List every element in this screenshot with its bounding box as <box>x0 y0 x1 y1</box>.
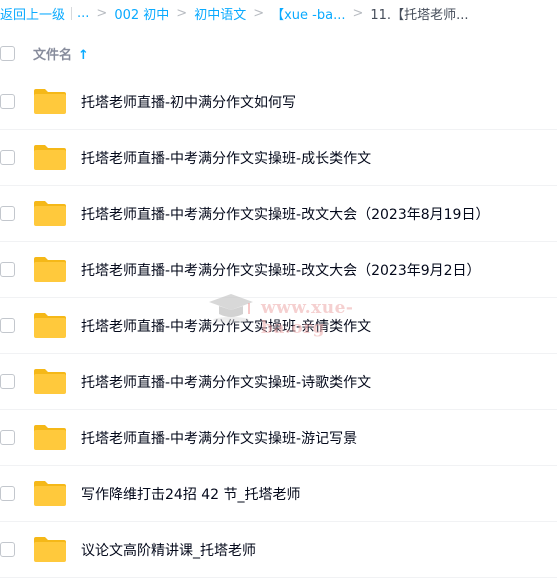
row-checkbox[interactable] <box>0 150 15 165</box>
folder-icon <box>33 256 67 283</box>
folder-icon <box>33 368 67 395</box>
folder-icon <box>33 88 67 115</box>
folder-icon <box>33 144 67 171</box>
breadcrumb-item-2[interactable]: 初中语文 <box>194 4 246 23</box>
file-row[interactable]: 议论文高阶精讲课_托塔老师 <box>0 522 557 578</box>
file-name[interactable]: 托塔老师直播-中考满分作文实操班-成长类作文 <box>81 148 371 168</box>
row-checkbox[interactable] <box>0 206 15 221</box>
file-row[interactable]: 托塔老师直播-中考满分作文实操班-成长类作文 <box>0 130 557 186</box>
file-name[interactable]: 托塔老师直播-初中满分作文如何写 <box>81 92 296 112</box>
back-link[interactable]: 返回上一级 <box>0 4 65 23</box>
breadcrumb-item-1[interactable]: 002 初中 <box>114 4 169 23</box>
file-name[interactable]: 托塔老师直播-中考满分作文实操班-改文大会（2023年9月2日） <box>81 260 481 280</box>
breadcrumb-ellipsis[interactable]: ... <box>77 6 89 21</box>
file-row[interactable]: 写作降维打击24招 42 节_托塔老师 <box>0 466 557 522</box>
file-name[interactable]: 写作降维打击24招 42 节_托塔老师 <box>81 484 301 504</box>
row-checkbox[interactable] <box>0 94 15 109</box>
row-checkbox[interactable] <box>0 374 15 389</box>
file-name[interactable]: 托塔老师直播-中考满分作文实操班-改文大会（2023年8月19日） <box>81 204 489 224</box>
breadcrumb: 返回上一级 ... > 002 初中 > 初中语文 > 【xue -ba... … <box>0 0 557 26</box>
file-name[interactable]: 托塔老师直播-中考满分作文实操班-游记写景 <box>81 428 357 448</box>
chevron-right-icon: > <box>253 5 265 21</box>
file-name[interactable]: 托塔老师直播-中考满分作文实操班-诗歌类作文 <box>81 372 371 392</box>
row-checkbox[interactable] <box>0 430 15 445</box>
file-row[interactable]: 托塔老师直播-中考满分作文实操班-诗歌类作文 <box>0 354 557 410</box>
file-row[interactable]: 托塔老师直播-初中满分作文如何写 <box>0 74 557 130</box>
list-header: 文件名 ↑ <box>0 36 557 70</box>
file-row[interactable]: 托塔老师直播-中考满分作文实操班-改文大会（2023年8月19日） <box>0 186 557 242</box>
folder-icon <box>33 200 67 227</box>
folder-icon <box>33 536 67 563</box>
select-all-checkbox[interactable] <box>0 46 15 61</box>
breadcrumb-divider <box>71 6 73 20</box>
folder-icon <box>33 480 67 507</box>
chevron-right-icon: > <box>176 5 188 21</box>
column-header-name[interactable]: 文件名 ↑ <box>33 44 89 63</box>
file-name[interactable]: 议论文高阶精讲课_托塔老师 <box>81 540 256 560</box>
file-row[interactable]: 托塔老师直播-中考满分作文实操班-亲情类作文 <box>0 298 557 354</box>
chevron-right-icon: > <box>352 5 364 21</box>
breadcrumb-current: 11.【托塔老师... <box>370 7 469 23</box>
file-list: 托塔老师直播-初中满分作文如何写 托塔老师直播-中考满分作文实操班-成长类作文 托塔… <box>0 74 557 578</box>
folder-icon <box>33 312 67 339</box>
row-checkbox[interactable] <box>0 318 15 333</box>
file-row[interactable]: 托塔老师直播-中考满分作文实操班-改文大会（2023年9月2日） <box>0 242 557 298</box>
arrow-up-icon[interactable]: ↑ <box>78 48 89 63</box>
folder-icon <box>33 424 67 451</box>
row-checkbox[interactable] <box>0 262 15 277</box>
chevron-right-icon: > <box>96 5 108 21</box>
file-name[interactable]: 托塔老师直播-中考满分作文实操班-亲情类作文 <box>81 316 371 336</box>
column-header-label: 文件名 <box>33 48 73 63</box>
row-checkbox[interactable] <box>0 542 15 557</box>
file-row[interactable]: 托塔老师直播-中考满分作文实操班-游记写景 <box>0 410 557 466</box>
row-checkbox[interactable] <box>0 486 15 501</box>
breadcrumb-item-3[interactable]: 【xue -ba... <box>271 4 345 23</box>
